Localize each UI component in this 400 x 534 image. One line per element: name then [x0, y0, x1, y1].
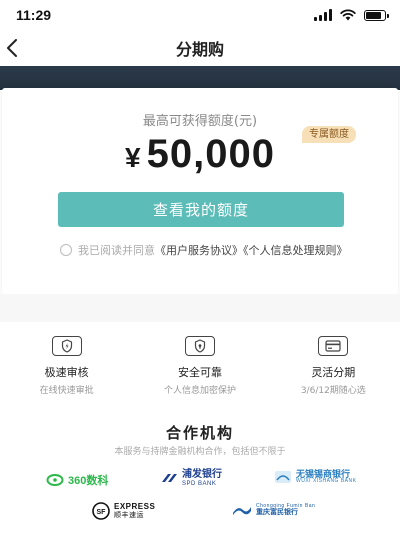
- partner-logo-fumin: Chongqing Fumin Ban 重庆富民银行: [232, 503, 315, 517]
- feature-title: 极速审核: [44, 366, 89, 379]
- feature-fast-review: 极速审核 在线快速审批: [0, 336, 133, 396]
- partner-name: EXPRESS: [114, 502, 156, 512]
- partner-logo-xishang: 无锡锡商银行 WUXI XISHANG BANK: [274, 469, 357, 485]
- nav-bar: 分期购: [0, 30, 400, 66]
- partner-subname: 重庆富民银行: [256, 509, 298, 517]
- lock-shield-icon: [184, 336, 215, 356]
- section-divider: [0, 294, 400, 322]
- currency-symbol: ¥: [125, 142, 141, 173]
- amount-value: 50,000: [146, 132, 275, 176]
- hero-background: [0, 66, 400, 90]
- agreement-text: 我已阅读并同意: [78, 244, 155, 257]
- partner-subname: 顺丰速运: [114, 511, 144, 519]
- status-icons: [314, 9, 389, 21]
- privacy-rules-link[interactable]: 《个人信息处理规则》: [243, 244, 348, 257]
- quota-card: 最高可获得额度(元) ¥ 50,000 专属额度 查看我的额度 我已阅读并同意《…: [2, 88, 398, 294]
- spd-bank-logo-icon: [162, 474, 177, 483]
- partners-subtitle: 本服务与持牌金融机构合作，包括但不限于: [114, 447, 286, 457]
- feature-title: 灵活分期: [311, 366, 356, 379]
- xishang-bank-logo-icon: [275, 471, 291, 484]
- partner-name: 360数科: [68, 475, 109, 487]
- partner-subname: SPD BANK: [182, 480, 217, 487]
- user-service-agreement-link[interactable]: 《用户服务协议》: [155, 244, 243, 257]
- lightning-shield-icon: [51, 336, 82, 356]
- exclusive-quota-badge: 专属额度: [302, 126, 356, 143]
- cellular-signal-icon: [314, 9, 332, 21]
- feature-desc: 3/6/12期随心选: [300, 386, 366, 396]
- chevron-left-icon: [7, 39, 17, 57]
- partner-subname: WUXI XISHANG BANK: [296, 478, 357, 485]
- partners-title: 合作机构: [165, 424, 234, 442]
- partner-logo-sf-express: SF EXPRESS 顺丰速运: [92, 502, 155, 520]
- svg-text:SF: SF: [97, 509, 107, 516]
- partner-name: 浦发银行: [182, 469, 222, 480]
- fumin-bank-logo-icon: [233, 507, 251, 516]
- feature-title: 安全可靠: [177, 366, 222, 379]
- battery-icon: [364, 9, 389, 21]
- page-title: 分期购: [175, 40, 224, 59]
- feature-desc: 在线快速审批: [39, 386, 94, 396]
- feature-flexible: 灵活分期 3/6/12期随心选: [267, 336, 400, 396]
- status-bar: 11:29: [0, 0, 400, 30]
- feature-secure: 安全可靠 个人信息加密保护: [133, 336, 266, 396]
- feature-desc: 个人信息加密保护: [163, 386, 236, 396]
- view-quota-button[interactable]: 查看我的额度: [58, 192, 344, 227]
- back-button[interactable]: [0, 36, 24, 60]
- agreement-checkbox[interactable]: [60, 244, 72, 256]
- status-time: 11:29: [16, 7, 52, 23]
- sf-express-logo-icon: SF: [92, 502, 110, 520]
- partner-logo-spd: 浦发银行 SPD BANK: [160, 469, 222, 487]
- 360-logo-icon: [46, 474, 64, 486]
- partner-logo-360: 360数科: [46, 472, 108, 488]
- wifi-icon: [340, 9, 356, 21]
- agreement-row: 我已阅读并同意《用户服务协议》《个人信息处理规则》: [60, 242, 350, 260]
- card-icon: [318, 336, 349, 356]
- features-row: 极速审核 在线快速审批 安全可靠 个人信息加密保护 灵活分期 3/6/12期随心…: [0, 336, 400, 396]
